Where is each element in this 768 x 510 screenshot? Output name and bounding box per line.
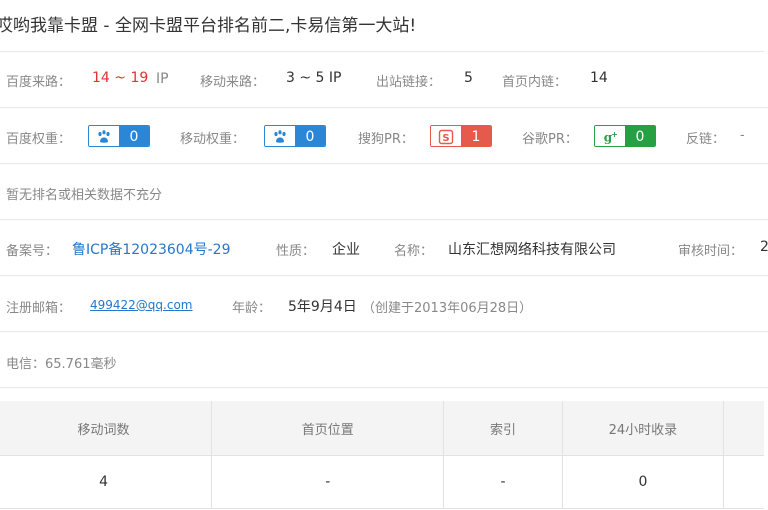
icp-number-link[interactable]: 鲁ICP备12023604号-29	[72, 239, 230, 259]
indexed-24h-header: 24小时收录	[562, 401, 725, 456]
svg-text:+: +	[611, 130, 618, 139]
no-ranking-notice: 暂无排名或相关数据不充分	[6, 188, 163, 203]
homepage-position-cell: -	[211, 455, 445, 509]
table-row: 4 - - 0	[0, 455, 764, 509]
icp-label: 备案号：	[6, 244, 59, 259]
mobile-weight-value: 0	[295, 126, 325, 146]
mobile-traffic-label: 移动来路：	[200, 75, 266, 90]
google-pr-badge[interactable]: g + 0	[594, 125, 656, 147]
email-link[interactable]: 499422@qq.com	[90, 298, 193, 312]
google-pr-value: 0	[625, 126, 655, 146]
baidu-weight-badge[interactable]: 0	[88, 125, 150, 147]
backlinks-label: 反链：	[686, 132, 726, 147]
company-name-value: 山东汇想网络科技有限公司	[448, 242, 616, 258]
sogou-pr-badge[interactable]: S 1	[430, 125, 492, 147]
telecom-speed: 电信：65.761毫秒	[6, 357, 117, 372]
sogou-pr-label: 搜狗PR：	[358, 132, 414, 147]
baidu-traffic-value: 14 ~ 19	[92, 70, 149, 86]
baidu-weight-label: 百度权重：	[6, 132, 72, 147]
backlinks-value: -	[740, 128, 745, 143]
company-name-label: 名称：	[394, 244, 434, 259]
baidu-traffic-label: 百度来路：	[6, 75, 72, 90]
outlinks-label: 出站链接：	[376, 75, 442, 90]
mobile-words-cell: 4	[0, 455, 213, 509]
sogou-icon: S	[431, 126, 461, 146]
email-label: 注册邮箱：	[6, 301, 72, 316]
created-date: （创建于2013年06月28日）	[362, 301, 533, 316]
nature-label: 性质：	[276, 244, 316, 259]
stats-header-row: 移动词数 首页位置 索引 24小时收录	[0, 401, 764, 456]
extra-cell	[723, 455, 764, 509]
mobile-paw-icon	[265, 126, 295, 146]
index-cell: -	[443, 455, 563, 509]
mobile-words-header: 移动词数	[0, 401, 213, 456]
nature-value: 企业	[332, 242, 360, 258]
site-title: 哎哟我靠卡盟 - 全网卡盟平台排名前二,卡易信第一大站!	[0, 0, 764, 52]
baidu-paw-icon	[89, 126, 119, 146]
outlinks-value: 5	[464, 70, 473, 86]
extra-header	[723, 401, 764, 456]
icp-row: 备案号： 鲁ICP备12023604号-29 性质： 企业 名称： 山东汇想网络…	[0, 220, 768, 276]
google-plus-icon: g +	[595, 126, 625, 146]
baidu-weight-value: 0	[119, 126, 149, 146]
age-value: 5年9月4日	[288, 299, 357, 315]
sogou-pr-value: 1	[461, 126, 491, 146]
mobile-traffic-value: 3 ~ 5 IP	[286, 70, 342, 86]
notice-row: 暂无排名或相关数据不充分	[0, 164, 768, 220]
age-label: 年龄：	[232, 301, 272, 316]
baidu-traffic-unit: IP	[156, 71, 169, 87]
audit-time-value: 2	[760, 239, 768, 255]
indexed-24h-cell: 0	[562, 455, 725, 509]
google-pr-label: 谷歌PR：	[522, 132, 578, 147]
homepage-position-header: 首页位置	[211, 401, 445, 456]
homelinks-value: 14	[590, 70, 608, 86]
traffic-row: 百度来路： 14 ~ 19 IP 移动来路： 3 ~ 5 IP 出站链接： 5 …	[0, 52, 768, 108]
stats-table: 移动词数 首页位置 索引 24小时收录 4 - - 0	[0, 401, 764, 509]
mobile-weight-badge[interactable]: 0	[264, 125, 326, 147]
svg-text:S: S	[442, 133, 449, 144]
whois-row: 注册邮箱： 499422@qq.com 年龄： 5年9月4日 （创建于2013年…	[0, 276, 768, 332]
mobile-weight-label: 移动权重：	[180, 132, 246, 147]
audit-time-label: 审核时间：	[678, 244, 744, 259]
weights-row: 百度权重： 0 移动权重： 0 搜狗PR： S 1 谷歌PR： g + 0 反链…	[0, 108, 768, 164]
homelinks-label: 首页内链：	[502, 75, 568, 90]
index-header: 索引	[443, 401, 563, 456]
speed-row: 电信：65.761毫秒	[0, 332, 768, 388]
